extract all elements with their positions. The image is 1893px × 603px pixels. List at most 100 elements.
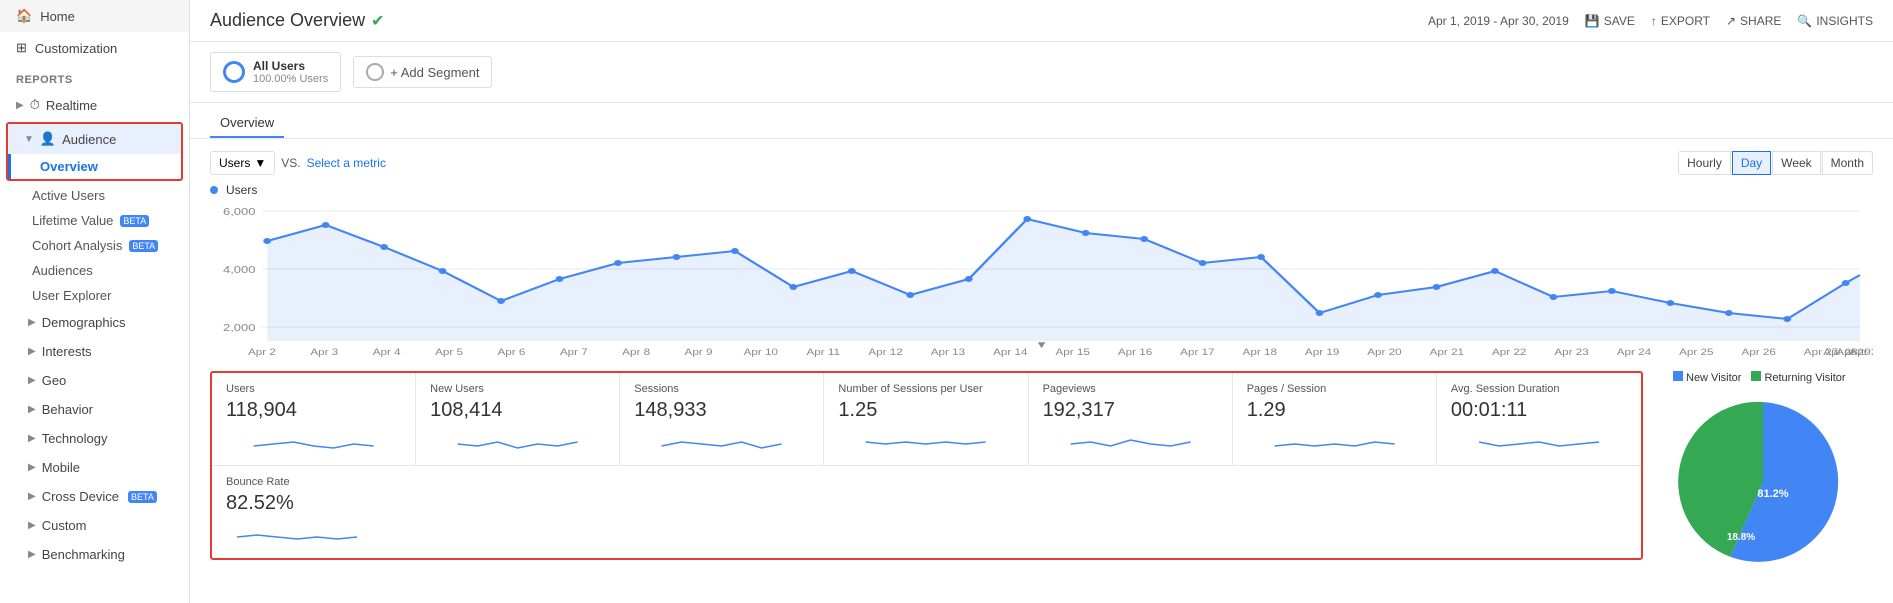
svg-text:Apr 4: Apr 4 [373,348,401,357]
all-users-segment[interactable]: All Users 100.00% Users [210,52,341,92]
chart-svg-container: 6,000 4,000 2,000 [210,201,1873,361]
save-button[interactable]: 💾 SAVE [1585,14,1635,28]
mobile-label: Mobile [42,460,80,475]
legend-dot-icon [210,186,218,194]
sidebar-subitem-mobile[interactable]: ▶ Mobile [0,453,189,482]
segment-circle-icon [223,61,245,83]
sidebar-subitem-technology[interactable]: ▶ Technology [0,424,189,453]
metric-users-button[interactable]: Users ▼ [210,151,275,175]
data-point [1608,288,1616,294]
data-point [731,248,739,254]
svg-text:Apr 11: Apr 11 [806,348,840,357]
share-button[interactable]: ↗ SHARE [1726,14,1781,28]
svg-text:Apr 10: Apr 10 [744,348,779,357]
top-bar-right: Apr 1, 2019 - Apr 30, 2019 💾 SAVE ↑ EXPO… [1428,14,1873,28]
data-point [1433,284,1441,290]
geo-label: Geo [42,373,67,388]
hourly-button[interactable]: Hourly [1678,151,1731,175]
tab-overview[interactable]: Overview [210,109,284,138]
sidebar-customization-item[interactable]: ⊞ Customization [0,32,189,64]
svg-text:▼: ▼ [1035,340,1048,350]
stats-row-2: Bounce Rate 82.52% [212,466,1641,558]
sidebar-subitem-overview[interactable]: Overview [8,154,181,179]
beta-badge-cohort: BETA [129,240,158,252]
insights-button[interactable]: 🔍 INSIGHTS [1797,14,1873,28]
sidebar-home-item[interactable]: 🏠 Home [0,0,189,32]
stat-bounce-rate-label: Bounce Rate [226,476,368,488]
stat-sessions-per-user-value: 1.25 [838,399,1013,422]
metric-selector: Users ▼ VS. Select a metric [210,151,386,175]
day-button[interactable]: Day [1732,151,1771,175]
interests-label: Interests [42,344,92,359]
sidebar-item-realtime[interactable]: ▶ ⏱ Realtime [0,90,189,120]
sidebar-subitem-demographics[interactable]: ▶ Demographics [0,308,189,337]
lifetime-value-label: Lifetime Value [32,213,113,228]
beta-badge-lifetime: BETA [120,215,149,227]
month-button[interactable]: Month [1822,151,1873,175]
svg-text:Apr 18: Apr 18 [1243,348,1278,357]
week-button[interactable]: Week [1772,151,1820,175]
main-content: Audience Overview ✔ Apr 1, 2019 - Apr 30… [190,0,1893,603]
svg-text:Apr 12: Apr 12 [868,348,903,357]
stat-new-users-label: New Users [430,383,605,395]
svg-text:Apr 9: Apr 9 [685,348,713,357]
overview-tab-bar: Overview [190,103,1893,139]
svg-text:Apr 6: Apr 6 [497,348,525,357]
all-users-label: All Users [253,59,328,73]
stat-avg-duration-label: Avg. Session Duration [1451,383,1627,395]
data-point [1725,310,1733,316]
page-title: Audience Overview [210,10,365,31]
stat-sessions-label: Sessions [634,383,809,395]
pie-chart-svg: 81.2% 18.8% [1673,392,1853,572]
add-segment-button[interactable]: + Add Segment [353,56,492,88]
sidebar-subitem-cohort-analysis[interactable]: Cohort Analysis BETA [0,233,189,258]
sidebar-subitem-custom[interactable]: ▶ Custom [0,511,189,540]
user-explorer-label: User Explorer [32,288,111,303]
demographics-label: Demographics [42,315,126,330]
data-point [1374,292,1382,298]
new-visitor-legend-label: New Visitor [1686,372,1741,384]
sidebar-subitem-geo[interactable]: ▶ Geo [0,366,189,395]
custom-label: Custom [42,518,87,533]
returning-visitor-pct-text: 18.8% [1727,532,1755,543]
sparkline-sessions-per-user [838,428,1013,456]
stats-grid-wrapper: Users 118,904 New Users 108,414 Sessions… [190,361,1663,570]
customization-icon: ⊞ [16,40,27,56]
stat-pages-session-label: Pages / Session [1247,383,1422,395]
stat-new-users: New Users 108,414 [416,373,620,465]
sidebar-item-audience[interactable]: ▼ 👤 Audience [8,124,181,154]
sidebar-subitem-active-users[interactable]: Active Users [0,183,189,208]
save-icon: 💾 [1585,14,1600,28]
svg-text:Apr 7: Apr 7 [560,348,588,357]
sidebar-subitem-benchmarking[interactable]: ▶ Benchmarking [0,540,189,569]
stat-pages-session-value: 1.29 [1247,399,1422,422]
sidebar-subitem-audiences[interactable]: Audiences [0,258,189,283]
data-point [1257,254,1265,260]
stat-avg-session-duration: Avg. Session Duration 00:01:11 [1437,373,1641,465]
beta-badge-cross-device: BETA [128,491,157,503]
data-point [322,222,330,228]
stats-border-box: Users 118,904 New Users 108,414 Sessions… [210,371,1643,560]
overview-label: Overview [40,159,98,174]
all-users-sub: 100.00% Users [253,73,328,85]
sidebar-subitem-user-explorer[interactable]: User Explorer [0,283,189,308]
sidebar-subitem-interests[interactable]: ▶ Interests [0,337,189,366]
active-users-label: Active Users [32,188,105,203]
sparkline-new-users [430,428,605,456]
svg-text:Apr 17: Apr 17 [1180,348,1215,357]
stat-pageviews-value: 192,317 [1043,399,1218,422]
right-panel: New Visitor Returning Visitor 81.2% 18.8… [1663,361,1893,585]
save-label: SAVE [1604,14,1635,28]
svg-text:6,000: 6,000 [223,207,255,217]
top-bar: Audience Overview ✔ Apr 1, 2019 - Apr 30… [190,0,1893,42]
share-label: SHARE [1740,14,1781,28]
chevron-right-benchmarking: ▶ [28,549,36,560]
sidebar-subitem-behavior[interactable]: ▶ Behavior [0,395,189,424]
sidebar-subitem-cross-device[interactable]: ▶ Cross Device BETA [0,482,189,511]
select-metric-link[interactable]: Select a metric [307,156,386,170]
export-button[interactable]: ↑ EXPORT [1651,14,1710,28]
data-point [673,254,681,260]
cohort-analysis-label: Cohort Analysis [32,238,122,253]
sidebar-subitem-lifetime-value[interactable]: Lifetime Value BETA [0,208,189,233]
chart-fill-area [267,219,1860,341]
